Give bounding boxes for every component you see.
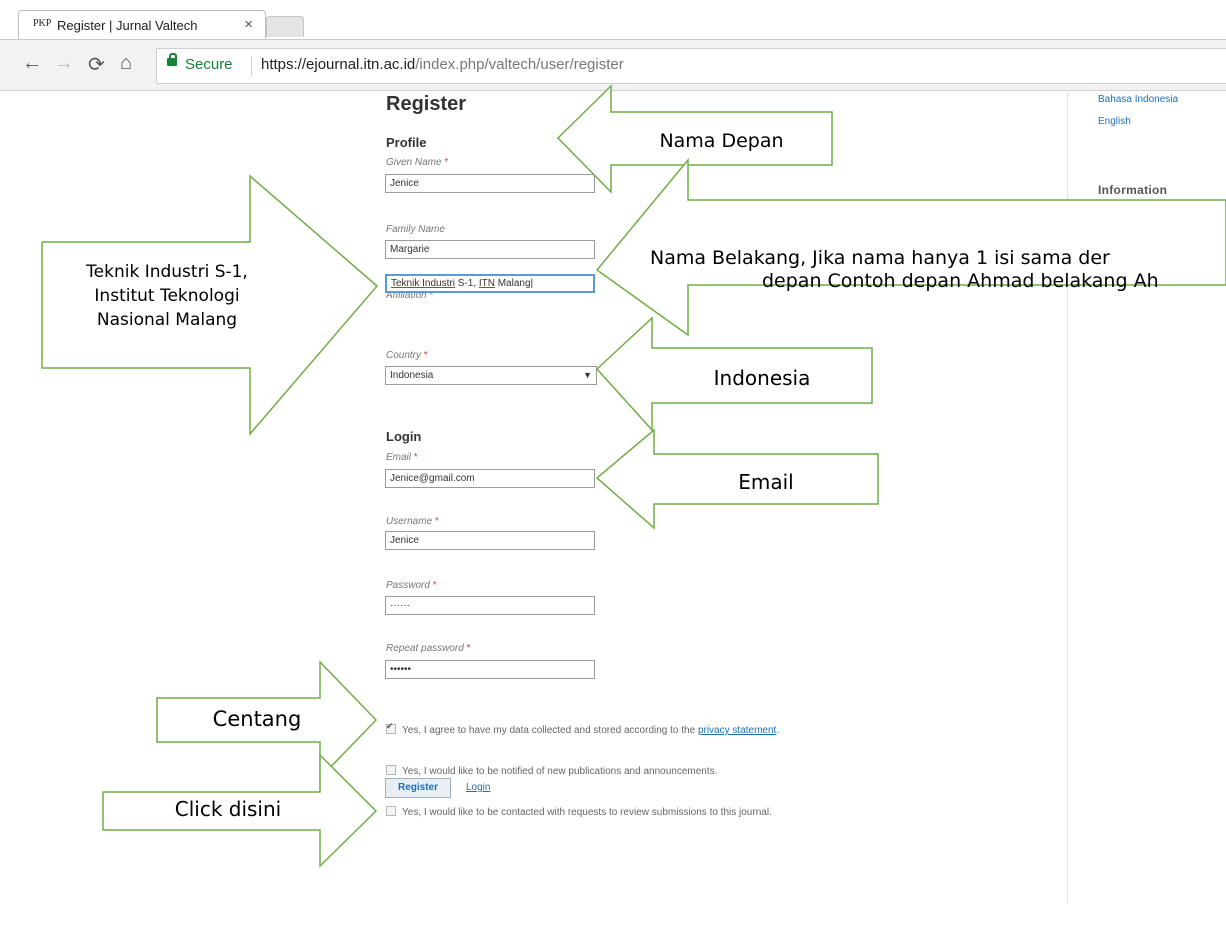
affiliation-callout-line1: Teknik Industri S-1,	[86, 262, 248, 282]
email-callout-text: Email	[738, 470, 794, 494]
affiliation-callout-line2: Institut Teknologi	[94, 286, 240, 306]
nama-belakang-callout-line2: depan Contoh depan Ahmad belakang Ah	[762, 270, 1159, 292]
nama-belakang-callout-line1: Nama Belakang, Jika nama hanya 1 isi sam…	[650, 247, 1110, 269]
indonesia-callout-text: Indonesia	[713, 366, 811, 390]
click-disini-callout-text: Click disini	[174, 797, 282, 821]
nama-depan-callout-text: Nama Depan	[659, 130, 784, 152]
affiliation-callout-line3: Nasional Malang	[96, 310, 238, 330]
centang-callout-text: Centang	[212, 707, 302, 731]
